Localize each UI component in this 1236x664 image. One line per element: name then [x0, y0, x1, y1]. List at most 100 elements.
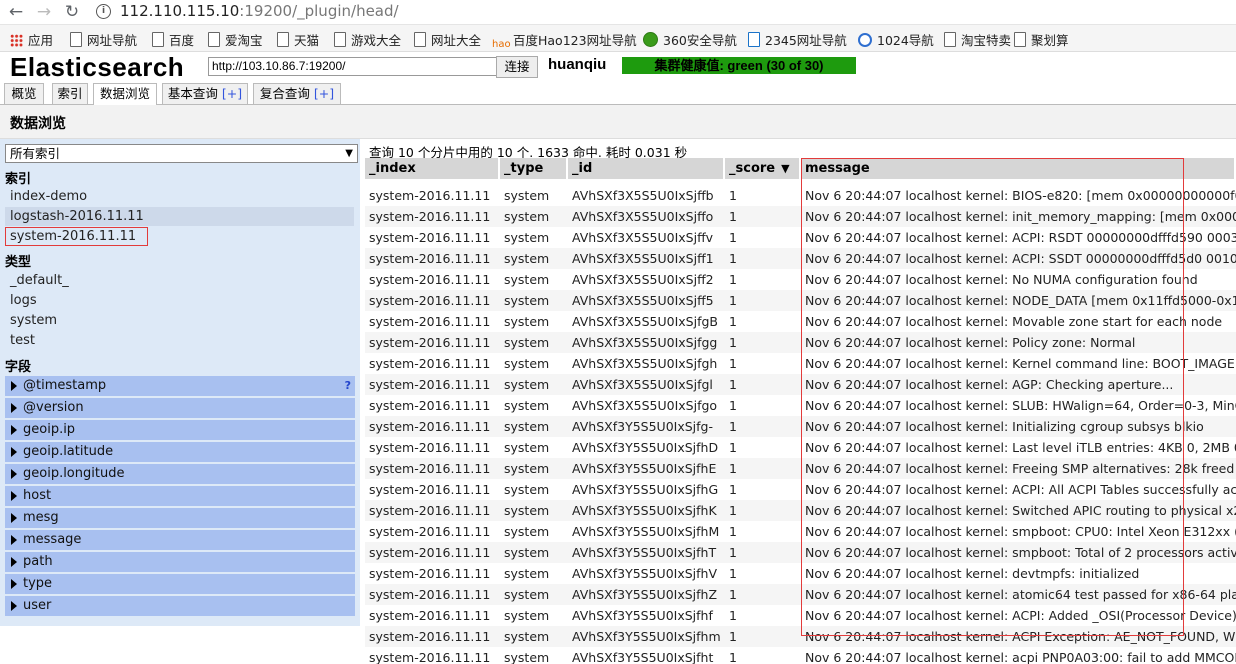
sort-desc-icon[interactable]: ▼: [781, 162, 789, 175]
field-item[interactable]: type: [5, 574, 355, 594]
bookmark-item[interactable]: 360安全导航: [643, 30, 737, 48]
table-row[interactable]: system-2016.11.11 system AVhSXf3X5S5U0IxSj…: [365, 395, 1236, 416]
table-row[interactable]: system-2016.11.11 system AVhSXf3Y5S5U0IxSj…: [365, 605, 1236, 626]
tab-plus[interactable]: [+]: [314, 86, 334, 101]
expand-triangle-icon[interactable]: [11, 535, 17, 545]
table-row[interactable]: system-2016.11.11 system AVhSXf3Y5S5U0IxSj…: [365, 416, 1236, 437]
index-item[interactable]: logstash-2016.11.11: [5, 207, 354, 226]
site-info-icon[interactable]: i: [96, 4, 111, 19]
360-icon: [643, 32, 658, 47]
bookmark-item[interactable]: 百度: [152, 30, 194, 48]
table-row[interactable]: system-2016.11.11 system AVhSXf3Y5S5U0IxSj…: [365, 542, 1236, 563]
column-header-message[interactable]: message: [801, 158, 1236, 179]
table-row[interactable]: system-2016.11.11 system AVhSXf3Y5S5U0IxSj…: [365, 500, 1236, 521]
expand-triangle-icon[interactable]: [11, 601, 17, 611]
table-row[interactable]: system-2016.11.11 system AVhSXf3Y5S5U0IxSj…: [365, 458, 1236, 479]
table-cell: Nov 6 20:44:07 localhost kernel: acpi PN…: [805, 650, 1236, 664]
table-row[interactable]: system-2016.11.11 system AVhSXf3X5S5U0IxSj…: [365, 185, 1236, 206]
expand-triangle-icon[interactable]: [11, 381, 17, 391]
bookmark-item[interactable]: 2345网址导航: [748, 30, 847, 48]
index-item[interactable]: system-2016.11.11: [5, 227, 148, 246]
expand-triangle-icon[interactable]: [11, 403, 17, 413]
table-row[interactable]: system-2016.11.11 system AVhSXf3Y5S5U0IxSj…: [365, 479, 1236, 500]
reload-icon[interactable]: ↻: [62, 2, 82, 22]
table-row[interactable]: system-2016.11.11 system AVhSXf3Y5S5U0IxSj…: [365, 584, 1236, 605]
bookmark-item[interactable]: 网址大全: [414, 30, 481, 48]
expand-triangle-icon[interactable]: [11, 447, 17, 457]
bookmark-item[interactable]: 淘宝特卖: [944, 30, 1011, 48]
table-row[interactable]: system-2016.11.11 system AVhSXf3Y5S5U0IxSj…: [365, 563, 1236, 584]
bookmark-item[interactable]: 网址导航: [70, 30, 137, 48]
table-row[interactable]: system-2016.11.11 system AVhSXf3Y5S5U0IxSj…: [365, 647, 1236, 664]
table-cell: system: [504, 461, 550, 476]
expand-triangle-icon[interactable]: [11, 513, 17, 523]
table-cell: Nov 6 20:44:07 localhost kernel: Switche…: [805, 503, 1236, 518]
table-cell: system: [504, 356, 550, 371]
address-bar[interactable]: i 112.110.115.10:19200/_plugin/head/: [92, 1, 1236, 22]
back-arrow-icon[interactable]: ←: [6, 2, 26, 22]
table-cell: system: [504, 545, 550, 560]
table-row[interactable]: system-2016.11.11 system AVhSXf3X5S5U0IxSj…: [365, 227, 1236, 248]
connect-button[interactable]: 连接: [496, 56, 538, 78]
column-header-type[interactable]: _type: [500, 158, 568, 179]
table-row[interactable]: system-2016.11.11 system AVhSXf3X5S5U0IxSj…: [365, 311, 1236, 332]
cluster-url-input[interactable]: http://103.10.86.7:19200/: [208, 57, 502, 76]
expand-triangle-icon[interactable]: [11, 491, 17, 501]
column-header-index[interactable]: _index: [365, 158, 500, 179]
tab-5[interactable]: 复合查询 [+]: [253, 83, 341, 104]
bookmark-item[interactable]: 聚划算: [1014, 30, 1069, 48]
type-item[interactable]: test: [5, 331, 354, 350]
field-item[interactable]: mesg: [5, 508, 355, 528]
field-item[interactable]: geoip.latitude: [5, 442, 355, 462]
column-header-id[interactable]: _id: [568, 158, 725, 179]
table-row[interactable]: system-2016.11.11 system AVhSXf3Y5S5U0IxSj…: [365, 437, 1236, 458]
field-item[interactable]: geoip.longitude: [5, 464, 355, 484]
column-header-score[interactable]: _score ▼: [725, 158, 801, 179]
expand-triangle-icon[interactable]: [11, 425, 17, 435]
field-item[interactable]: path: [5, 552, 355, 572]
table-row[interactable]: system-2016.11.11 system AVhSXf3X5S5U0IxSj…: [365, 248, 1236, 269]
bookmark-item[interactable]: 1024导航: [858, 30, 934, 48]
table-cell: system-2016.11.11: [369, 398, 491, 413]
table-row[interactable]: system-2016.11.11 system AVhSXf3Y5S5U0IxSj…: [365, 626, 1236, 647]
field-item[interactable]: user: [5, 596, 355, 616]
field-item[interactable]: message: [5, 530, 355, 550]
section-bar: 数据浏览: [0, 105, 1236, 139]
bookmark-item[interactable]: hao 百度Hao123网址导航: [492, 30, 637, 50]
tab-plus[interactable]: [+]: [222, 86, 242, 101]
table-cell: system-2016.11.11: [369, 461, 491, 476]
type-item[interactable]: _default_: [5, 271, 354, 290]
table-row[interactable]: system-2016.11.11 system AVhSXf3X5S5U0IxSj…: [365, 374, 1236, 395]
index-select[interactable]: 所有索引 ▼: [5, 144, 358, 163]
browser-toolbar: ← → ↻ i 112.110.115.10:19200/_plugin/hea…: [0, 0, 1236, 25]
tab-2[interactable]: 索引: [52, 83, 88, 104]
table-row[interactable]: system-2016.11.11 system AVhSXf3X5S5U0IxSj…: [365, 332, 1236, 353]
table-row[interactable]: system-2016.11.11 system AVhSXf3Y5S5U0IxSj…: [365, 521, 1236, 542]
field-item[interactable]: @version: [5, 398, 355, 418]
expand-triangle-icon[interactable]: [11, 579, 17, 589]
field-item[interactable]: host: [5, 486, 355, 506]
tab-1[interactable]: 概览: [4, 83, 44, 104]
bookmark-item[interactable]: 天猫: [277, 30, 319, 48]
type-item[interactable]: logs: [5, 291, 354, 310]
index-item[interactable]: index-demo: [5, 187, 354, 206]
table-row[interactable]: system-2016.11.11 system AVhSXf3X5S5U0IxSj…: [365, 269, 1236, 290]
table-row[interactable]: system-2016.11.11 system AVhSXf3X5S5U0IxSj…: [365, 290, 1236, 311]
expand-triangle-icon[interactable]: [11, 557, 17, 567]
forward-arrow-icon[interactable]: →: [34, 2, 54, 22]
bookmark-item[interactable]: 爱淘宝: [208, 30, 263, 48]
bookmark-item[interactable]: 游戏大全: [334, 30, 401, 48]
tab-4[interactable]: 基本查询 [+]: [162, 83, 248, 104]
table-row[interactable]: system-2016.11.11 system AVhSXf3X5S5U0IxSj…: [365, 353, 1236, 374]
table-row[interactable]: system-2016.11.11 system AVhSXf3X5S5U0IxSj…: [365, 206, 1236, 227]
help-icon[interactable]: ?: [345, 376, 351, 396]
type-item[interactable]: system: [5, 311, 354, 330]
page-icon: [1014, 32, 1026, 47]
table-cell: 1: [729, 608, 737, 623]
bookmark-item[interactable]: 应用: [10, 30, 53, 48]
field-item[interactable]: @timestamp?: [5, 376, 355, 396]
field-label: type: [23, 576, 53, 591]
expand-triangle-icon[interactable]: [11, 469, 17, 479]
tab-3[interactable]: 数据浏览: [93, 83, 157, 105]
field-item[interactable]: geoip.ip: [5, 420, 355, 440]
